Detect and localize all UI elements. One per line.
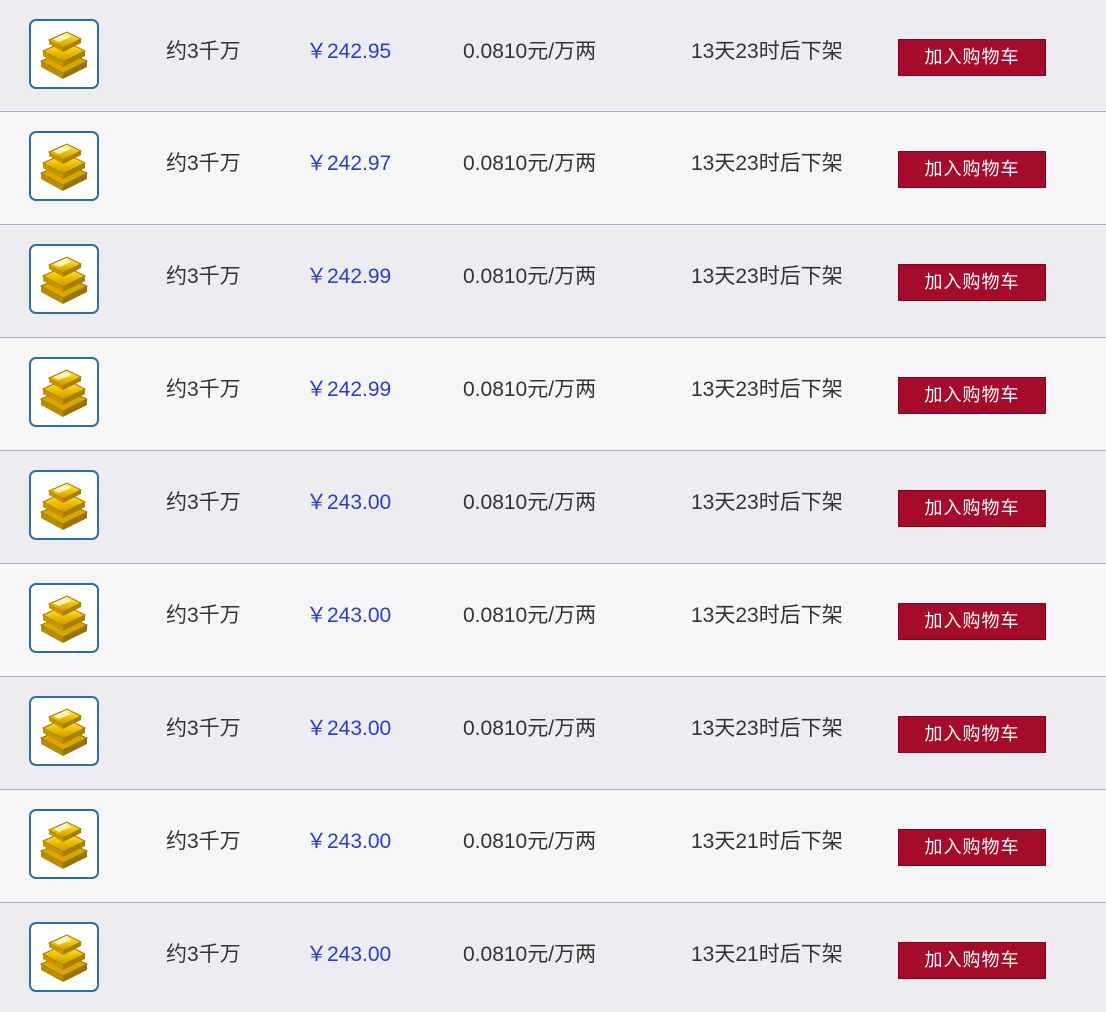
price-text: ￥242.99 (306, 265, 392, 288)
listing-row: 约3千万 ￥242.99 0.0810元/万两 13天23时后下架 加入购物车 (0, 338, 1106, 451)
add-to-cart-button[interactable]: 加入购物车 (898, 942, 1046, 979)
listing-row: 约3千万 ￥242.95 0.0810元/万两 13天23时后下架 加入购物车 (0, 0, 1106, 112)
gold-bars-icon (29, 583, 99, 653)
add-to-cart-button[interactable]: 加入购物车 (898, 829, 1046, 866)
expiry-text: 13天21时后下架 (691, 830, 843, 853)
unit-rate-text: 0.0810元/万两 (463, 830, 597, 853)
unit-rate-text: 0.0810元/万两 (463, 604, 597, 627)
quantity-text: 约3千万 (166, 265, 241, 288)
price-text: ￥243.00 (306, 830, 392, 853)
add-to-cart-button[interactable]: 加入购物车 (898, 151, 1046, 188)
unit-rate-text: 0.0810元/万两 (463, 943, 597, 966)
quantity-text: 约3千万 (166, 717, 241, 740)
price-text: ￥243.00 (306, 491, 392, 514)
expiry-text: 13天23时后下架 (691, 717, 843, 740)
listing-row: 约3千万 ￥242.97 0.0810元/万两 13天23时后下架 加入购物车 (0, 112, 1106, 225)
add-to-cart-button[interactable]: 加入购物车 (898, 490, 1046, 527)
price-text: ￥242.95 (306, 40, 392, 63)
expiry-text: 13天21时后下架 (691, 943, 843, 966)
add-to-cart-button[interactable]: 加入购物车 (898, 39, 1046, 76)
quantity-text: 约3千万 (166, 378, 241, 401)
gold-bars-icon (29, 922, 99, 992)
price-text: ￥243.00 (306, 717, 392, 740)
price-text: ￥242.97 (306, 152, 392, 175)
gold-bars-icon (29, 696, 99, 766)
price-text: ￥243.00 (306, 943, 392, 966)
expiry-text: 13天23时后下架 (691, 491, 843, 514)
listing-row: 约3千万 ￥243.00 0.0810元/万两 13天23时后下架 加入购物车 (0, 451, 1106, 564)
unit-rate-text: 0.0810元/万两 (463, 40, 597, 63)
add-to-cart-button[interactable]: 加入购物车 (898, 264, 1046, 301)
add-to-cart-button[interactable]: 加入购物车 (898, 603, 1046, 640)
quantity-text: 约3千万 (166, 40, 241, 63)
expiry-text: 13天23时后下架 (691, 265, 843, 288)
quantity-text: 约3千万 (166, 152, 241, 175)
add-to-cart-button[interactable]: 加入购物车 (898, 716, 1046, 753)
unit-rate-text: 0.0810元/万两 (463, 378, 597, 401)
quantity-text: 约3千万 (166, 491, 241, 514)
gold-bars-icon (29, 809, 99, 879)
listing-row: 约3千万 ￥243.00 0.0810元/万两 13天23时后下架 加入购物车 (0, 677, 1106, 790)
expiry-text: 13天23时后下架 (691, 40, 843, 63)
gold-bars-icon (29, 131, 99, 201)
gold-bars-icon (29, 470, 99, 540)
add-to-cart-button[interactable]: 加入购物车 (898, 377, 1046, 414)
expiry-text: 13天23时后下架 (691, 152, 843, 175)
quantity-text: 约3千万 (166, 604, 241, 627)
unit-rate-text: 0.0810元/万两 (463, 717, 597, 740)
listing-row: 约3千万 ￥243.00 0.0810元/万两 13天21时后下架 加入购物车 (0, 903, 1106, 1012)
listing-table: 约3千万 ￥242.95 0.0810元/万两 13天23时后下架 加入购物车 (0, 0, 1106, 1012)
unit-rate-text: 0.0810元/万两 (463, 152, 597, 175)
price-text: ￥242.99 (306, 378, 392, 401)
gold-bars-icon (29, 357, 99, 427)
unit-rate-text: 0.0810元/万两 (463, 265, 597, 288)
unit-rate-text: 0.0810元/万两 (463, 491, 597, 514)
quantity-text: 约3千万 (166, 830, 241, 853)
expiry-text: 13天23时后下架 (691, 604, 843, 627)
listing-row: 约3千万 ￥242.99 0.0810元/万两 13天23时后下架 加入购物车 (0, 225, 1106, 338)
listing-row: 约3千万 ￥243.00 0.0810元/万两 13天23时后下架 加入购物车 (0, 564, 1106, 677)
gold-bars-icon (29, 19, 99, 89)
quantity-text: 约3千万 (166, 943, 241, 966)
listing-row: 约3千万 ￥243.00 0.0810元/万两 13天21时后下架 加入购物车 (0, 790, 1106, 903)
gold-bars-icon (29, 244, 99, 314)
price-text: ￥243.00 (306, 604, 392, 627)
expiry-text: 13天23时后下架 (691, 378, 843, 401)
